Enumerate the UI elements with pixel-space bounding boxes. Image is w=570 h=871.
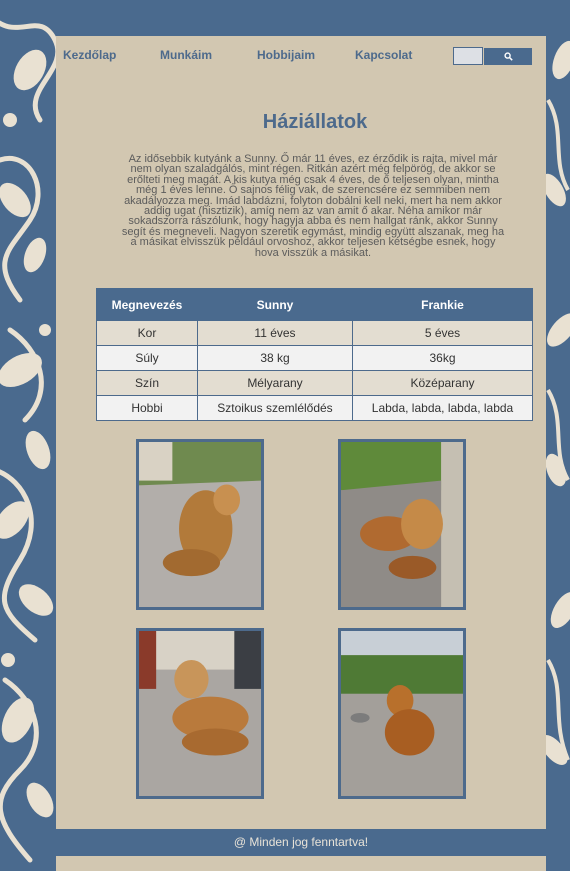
table-cell: 5 éves (352, 320, 533, 346)
dog-photo-2 (338, 439, 466, 610)
table-row: Kor 11 éves 5 éves (96, 320, 533, 346)
table-header-row: Megnevezés Sunny Frankie (96, 288, 533, 321)
nav-item-kezdolap[interactable]: Kezdőlap (63, 48, 116, 62)
table-cell: Középarany (352, 370, 533, 396)
table-cell: Kor (96, 320, 198, 346)
dog-photo-1 (136, 439, 264, 610)
table-cell: Súly (96, 345, 198, 371)
intro-paragraph: Az idősebbik kutyánk a Sunny. Ő már 11 é… (121, 153, 505, 259)
table-cell: Hobbi (96, 395, 198, 421)
table-header-cell: Frankie (352, 288, 533, 321)
search-input[interactable] (453, 47, 483, 65)
table-cell: 11 éves (197, 320, 353, 346)
table-cell: Sztoikus szemlélődés (197, 395, 353, 421)
table-row: Szín Mélyarany Középarany (96, 370, 533, 396)
pets-table: Megnevezés Sunny Frankie Kor 11 éves 5 é… (96, 288, 533, 421)
page-container: Kezdőlap Munkáim Hobbijaim Kapcsolat Ház… (56, 0, 546, 871)
dog-photo-4 (338, 628, 466, 799)
header-bar (56, 0, 546, 36)
dog-photo-3 (136, 628, 264, 799)
table-cell: 38 kg (197, 345, 353, 371)
bottom-strip (56, 856, 546, 871)
floral-border-left (0, 0, 56, 871)
table-cell: 36kg (352, 345, 533, 371)
table-cell: Labda, labda, labda, labda (352, 395, 533, 421)
nav-item-munkaim[interactable]: Munkáim (160, 48, 212, 62)
table-cell: Mélyarany (197, 370, 353, 396)
search-icon (503, 52, 513, 61)
nav-item-kapcsolat[interactable]: Kapcsolat (355, 48, 412, 62)
search-button[interactable] (484, 48, 532, 65)
table-header-cell: Sunny (197, 288, 353, 321)
footer: @ Minden jog fenntartva! (56, 829, 546, 856)
table-row: Súly 38 kg 36kg (96, 345, 533, 371)
nav-item-hobbijaim[interactable]: Hobbijaim (257, 48, 315, 62)
table-cell: Szín (96, 370, 198, 396)
table-header-cell: Megnevezés (96, 288, 198, 321)
page-title: Háziállatok (262, 111, 368, 133)
table-row: Hobbi Sztoikus szemlélődés Labda, labda,… (96, 395, 533, 421)
